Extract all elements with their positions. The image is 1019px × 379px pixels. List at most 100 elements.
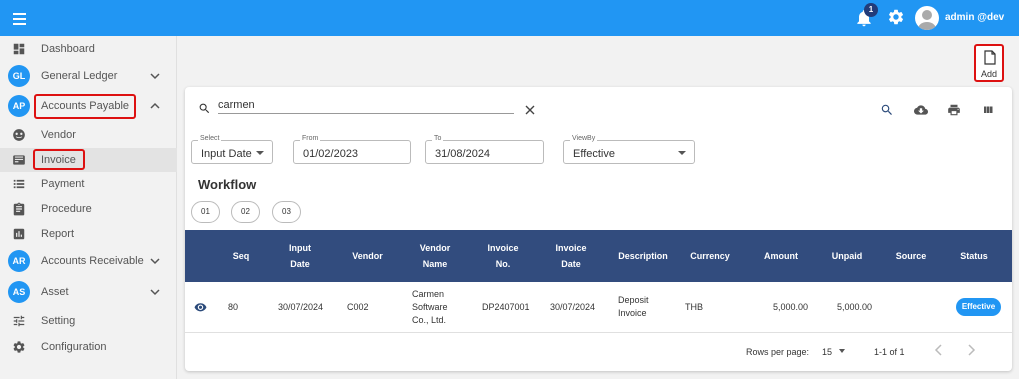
cloud-download-icon[interactable]: [913, 103, 929, 117]
rows-per-page-label: Rows per page:: [746, 347, 810, 357]
cell-description-line2: Invoice: [618, 308, 647, 318]
col-vendor[interactable]: Vendor: [340, 248, 395, 264]
payment-icon: [13, 179, 25, 189]
caret-down-icon[interactable]: [839, 349, 845, 353]
col-vendor-name-line2: Name: [422, 259, 448, 269]
print-icon[interactable]: [947, 103, 961, 117]
col-invoice-no[interactable]: Invoice No.: [475, 240, 531, 272]
dashboard-icon: [13, 43, 25, 55]
sidebar: Dashboard GL General Ledger AP Accounts …: [0, 36, 177, 379]
select-value: Input Date: [201, 148, 252, 160]
chevron-down-icon: [150, 73, 160, 80]
col-currency[interactable]: Currency: [682, 248, 738, 264]
sidebar-item-payment[interactable]: Payment: [0, 172, 177, 196]
col-vendor-name[interactable]: Vendor Name: [407, 240, 463, 272]
sidebar-item-label: General Ledger: [41, 70, 118, 82]
sidebar-item-label: Setting: [41, 315, 76, 327]
add-button[interactable]: Add: [974, 44, 1004, 82]
from-date-field[interactable]: From 01/02/2023: [293, 135, 411, 164]
sidebar-item-label: Procedure: [41, 203, 92, 215]
sidebar-item-configuration[interactable]: Configuration: [0, 335, 177, 359]
col-invoice-no-line2: No.: [495, 259, 511, 269]
select-label: Select: [198, 135, 222, 142]
file-icon: [984, 50, 996, 65]
pagination-footer: Rows per page: 15 1-1 of 1: [185, 333, 1012, 371]
viewby-value: Effective: [573, 148, 615, 160]
sidebar-item-general-ledger[interactable]: GL General Ledger: [0, 64, 177, 88]
top-app-bar: 1 admin @dev: [0, 0, 1019, 36]
sidebar-item-procedure[interactable]: Procedure: [0, 197, 177, 221]
menu-icon[interactable]: [8, 8, 30, 28]
sidebar-item-setting[interactable]: Setting: [0, 309, 177, 333]
sidebar-item-vendor[interactable]: Vendor: [0, 123, 177, 147]
col-invoice-date[interactable]: Invoice Date: [543, 240, 599, 272]
workflow-step-03[interactable]: 03: [272, 201, 301, 223]
col-source[interactable]: Source: [883, 248, 939, 264]
chevron-down-icon: [150, 258, 160, 265]
col-unpaid[interactable]: Unpaid: [819, 248, 875, 264]
sidebar-item-label: Accounts Receivable: [41, 255, 144, 267]
columns-icon[interactable]: [981, 104, 995, 116]
sidebar-item-asset[interactable]: AS Asset: [0, 280, 177, 304]
sidebar-item-label: Payment: [41, 178, 85, 190]
sidebar-item-accounts-receivable[interactable]: AR Accounts Receivable: [0, 249, 177, 273]
sidebar-item-dashboard[interactable]: Dashboard: [0, 37, 177, 61]
col-description[interactable]: Description: [610, 248, 676, 264]
col-input-date-line2: Date: [290, 259, 310, 269]
pagination-range: 1-1 of 1: [874, 347, 905, 357]
cell-vendor-name-line1: Carmen: [412, 289, 445, 299]
chevron-left-icon[interactable]: [934, 343, 944, 357]
cell-vendor-name-line2: Software: [412, 302, 448, 312]
search-icon[interactable]: [880, 103, 894, 117]
from-label: From: [300, 135, 321, 142]
gear-icon[interactable]: [887, 8, 905, 26]
user-name[interactable]: admin @dev: [945, 12, 1004, 23]
rows-per-page-select[interactable]: 15: [822, 347, 832, 357]
chevron-down-icon: [150, 289, 160, 296]
from-value: 01/02/2023: [303, 148, 359, 160]
table-row[interactable]: 80 30/07/2024 C002 Carmen Software Co., …: [185, 282, 1012, 333]
cell-unpaid: 5,000.00: [837, 302, 873, 312]
cell-invoice-date: 30/07/2024: [550, 302, 596, 312]
col-invoice-date-line1: Invoice: [555, 243, 587, 253]
procedure-icon: [13, 202, 25, 216]
eye-icon[interactable]: [194, 302, 207, 312]
sidebar-item-report[interactable]: Report: [0, 222, 177, 246]
gl-badge: GL: [8, 65, 30, 87]
col-input-date-line1: Input: [289, 243, 311, 253]
add-button-label: Add: [980, 69, 997, 79]
col-input-date[interactable]: Input Date: [275, 240, 325, 272]
col-amount[interactable]: Amount: [753, 248, 809, 264]
close-icon[interactable]: [525, 105, 535, 115]
viewby-dropdown[interactable]: ViewBy Effective: [563, 135, 695, 164]
col-seq[interactable]: Seq: [221, 248, 261, 264]
ap-badge: AP: [8, 95, 30, 117]
sidebar-item-label: Configuration: [41, 341, 107, 353]
workflow-title: Workflow: [198, 177, 257, 192]
to-date-field[interactable]: To 31/08/2024: [425, 135, 544, 164]
highlight-accounts-payable: [34, 94, 136, 119]
cell-vendor-name: Carmen Software Co., Ltd.: [412, 288, 448, 327]
report-icon: [13, 228, 25, 240]
col-status[interactable]: Status: [948, 248, 1000, 264]
cell-vendor-name-line3: Co., Ltd.: [412, 315, 447, 325]
search-input[interactable]: [218, 96, 514, 114]
col-invoice-no-line1: Invoice: [487, 243, 519, 253]
cell-amount: 5,000.00: [773, 302, 809, 312]
sidebar-item-label: Dashboard: [41, 43, 95, 55]
ar-badge: AR: [8, 250, 30, 272]
workflow-step-01[interactable]: 01: [191, 201, 220, 223]
user-avatar-icon[interactable]: [915, 6, 939, 30]
cell-description-line1: Deposit: [618, 295, 649, 305]
col-vendor-name-line1: Vendor: [419, 243, 451, 253]
caret-down-icon: [678, 151, 686, 155]
cell-description: Deposit Invoice: [618, 294, 649, 320]
select-date-type-dropdown[interactable]: Select Input Date: [191, 135, 273, 164]
to-value: 31/08/2024: [435, 148, 491, 160]
workflow-step-02[interactable]: 02: [231, 201, 260, 223]
notification-count-badge: 1: [864, 3, 878, 17]
chevron-right-icon[interactable]: [966, 343, 976, 357]
sidebar-item-label: Vendor: [41, 129, 76, 141]
cell-vendor: C002: [347, 302, 369, 312]
sidebar-item-invoice[interactable]: Invoice: [0, 148, 177, 172]
